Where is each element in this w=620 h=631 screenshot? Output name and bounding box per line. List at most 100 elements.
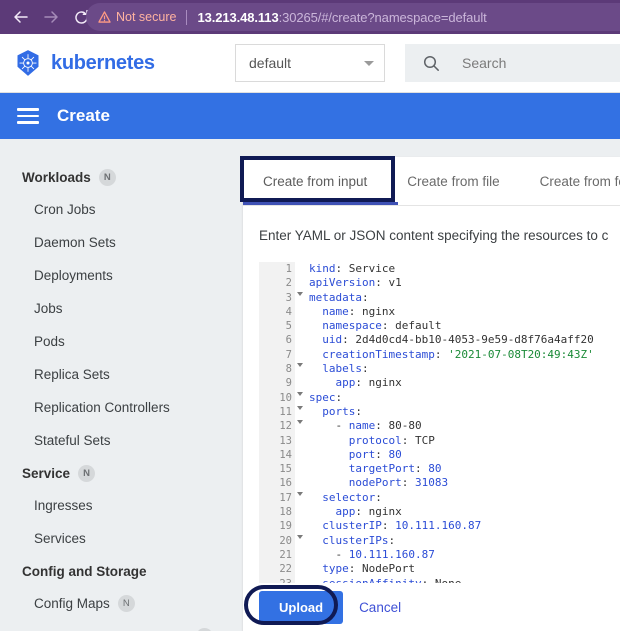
line-number: 12 — [259, 419, 303, 434]
code-text: nodePort: 31083 — [348, 476, 449, 490]
fold-arrow-icon[interactable] — [297, 291, 303, 296]
line-number: 16 — [259, 476, 295, 491]
forward-icon[interactable] — [36, 0, 66, 34]
url-text: 13.213.48.113:30265/#/create?namespace=d… — [197, 10, 486, 25]
sidebar-group-label: Service — [22, 465, 71, 481]
namespaced-badge: N — [98, 168, 116, 186]
code-line: 21 - 10.111.160.87 — [259, 547, 620, 563]
sidebar-item-replication-controllers[interactable]: Replication Controllers — [0, 391, 228, 424]
line-number: 8 — [259, 362, 303, 377]
code-line: 8 labels: — [259, 362, 620, 377]
sidebar-item-stateful-sets[interactable]: Stateful Sets — [0, 424, 228, 457]
sidebar-item-jobs[interactable]: Jobs — [0, 292, 228, 325]
line-number: 7 — [259, 347, 295, 363]
line-number: 14 — [259, 447, 295, 463]
code-line: 13 protocol: TCP — [259, 433, 620, 448]
instruction-text: Enter YAML or JSON content specifying th… — [259, 228, 609, 243]
code-line: 10 spec: — [259, 390, 620, 405]
address-bar[interactable]: Not secure 13.213.48.113:30265/#/create?… — [86, 3, 620, 31]
sidebar-group-label: Workloads — [22, 169, 91, 185]
code-text: kind: Service — [309, 262, 396, 275]
brand[interactable]: kubernetes — [14, 49, 155, 77]
browser-toolbar: Not secure 13.213.48.113:30265/#/create?… — [0, 0, 620, 34]
line-number: 6 — [259, 333, 295, 348]
screen: Not secure 13.213.48.113:30265/#/create?… — [0, 0, 620, 631]
cancel-button[interactable]: Cancel — [359, 600, 401, 615]
code-line: 5 namespace: default — [259, 319, 620, 334]
code-text: labels: — [322, 362, 369, 376]
sidebar-item-replica-sets[interactable]: Replica Sets — [0, 358, 228, 391]
namespace-value: default — [249, 55, 292, 71]
fold-arrow-icon[interactable] — [297, 363, 303, 368]
url-host: 13.213.48.113 — [197, 9, 279, 25]
code-line: 16 nodePort: 31083 — [259, 476, 620, 491]
line-number: 1 — [259, 262, 295, 277]
line-number: 21 — [259, 547, 295, 563]
url-path: :30265/#/create?namespace=default — [278, 9, 487, 25]
code-line: 12 - name: 80-80 — [259, 419, 620, 434]
code-text: app: nginx — [335, 505, 402, 519]
fold-arrow-icon[interactable] — [297, 405, 303, 410]
back-icon[interactable] — [6, 0, 36, 34]
code-text: apiVersion: v1 — [309, 276, 402, 290]
code-text: clusterIP: 10.111.160.87 — [322, 519, 482, 533]
line-number: 17 — [259, 490, 303, 506]
tab-create-from-file[interactable]: Create from file — [387, 157, 519, 205]
line-number: 4 — [259, 304, 295, 320]
sidebar-item-services[interactable]: Services — [0, 522, 228, 555]
namespaced-badge: N — [78, 464, 96, 482]
search-input[interactable]: Search — [405, 44, 620, 82]
code-text: type: NodePort — [322, 562, 415, 576]
sidebar-item-ingresses[interactable]: Ingresses — [0, 489, 228, 522]
code-text: app: nginx — [335, 376, 402, 390]
code-line: 1 kind: Service — [259, 262, 620, 277]
fold-arrow-icon[interactable] — [297, 420, 303, 425]
code-text: clusterIPs: — [322, 533, 396, 547]
code-text: ports: — [322, 404, 362, 418]
yaml-editor[interactable]: 1 kind: Service 2 apiVersion: v1 3 metadata: 4… — [259, 262, 620, 583]
sidebar-item-label: Stateful Sets — [34, 433, 111, 448]
line-number: 2 — [259, 276, 295, 291]
namespaced-badge: N — [117, 595, 135, 612]
sidebar-group-service: Service N — [0, 457, 228, 489]
code-text: targetPort: 80 — [348, 462, 442, 476]
namespace-selector[interactable]: default — [235, 44, 385, 82]
search-icon — [423, 55, 439, 71]
fold-arrow-icon[interactable] — [297, 391, 303, 396]
fold-arrow-icon[interactable] — [297, 534, 303, 539]
code-text: port: 80 — [348, 447, 402, 461]
code-text: uid: 2d4d0cd4-bb10-4053-9e59-d8f76a4aff2… — [322, 333, 594, 347]
upload-button[interactable]: Upload — [259, 590, 344, 624]
code-line: 19 clusterIP: 10.111.160.87 — [259, 519, 620, 534]
tab-create-from-input[interactable]: Create from input — [243, 157, 387, 205]
tab-create-from-form[interactable]: Create from fo — [520, 157, 620, 205]
code-line: 22 type: NodePort — [259, 562, 620, 577]
sidebar-item-daemon-sets[interactable]: Daemon Sets — [0, 226, 228, 259]
code-text: name: nginx — [322, 304, 396, 318]
line-number: 22 — [259, 562, 295, 577]
fold-arrow-icon[interactable] — [297, 491, 303, 496]
code-text: - name: 80-80 — [309, 419, 422, 433]
code-line: 18 app: nginx — [259, 505, 620, 520]
sidebar-item-deployments[interactable]: Deployments — [0, 259, 228, 292]
sidebar-item-label: Replica Sets — [34, 367, 110, 382]
code-line: 17 selector: — [259, 490, 620, 506]
tab-bar: Create from input Create from file Creat… — [243, 157, 620, 206]
page-toolbar: Create — [0, 93, 620, 139]
sidebar-item-cron-jobs[interactable]: Cron Jobs — [0, 193, 228, 226]
sidebar-item-config-maps[interactable]: Config Maps N — [0, 587, 228, 620]
sidebar-item-label: Replication Controllers — [34, 400, 170, 415]
kubernetes-logo-icon — [17, 50, 39, 76]
line-number: 13 — [259, 433, 295, 448]
warning-triangle-icon — [98, 11, 111, 23]
line-number: 5 — [259, 319, 295, 334]
sidebar-item-persistent-volume-claims[interactable]: Persistent Volume ClaimsN — [0, 620, 228, 631]
line-number: 15 — [259, 462, 295, 477]
code-line: 6 uid: 2d4d0cd4-bb10-4053-9e59-d8f76a4af… — [259, 333, 620, 348]
hamburger-menu-icon[interactable] — [17, 104, 39, 128]
page-title: Create — [57, 106, 110, 125]
content-card: Create from input Create from file Creat… — [243, 157, 620, 631]
line-number: 3 — [259, 290, 303, 305]
sidebar-item-pods[interactable]: Pods — [0, 325, 228, 358]
active-tab-indicator — [243, 202, 398, 205]
